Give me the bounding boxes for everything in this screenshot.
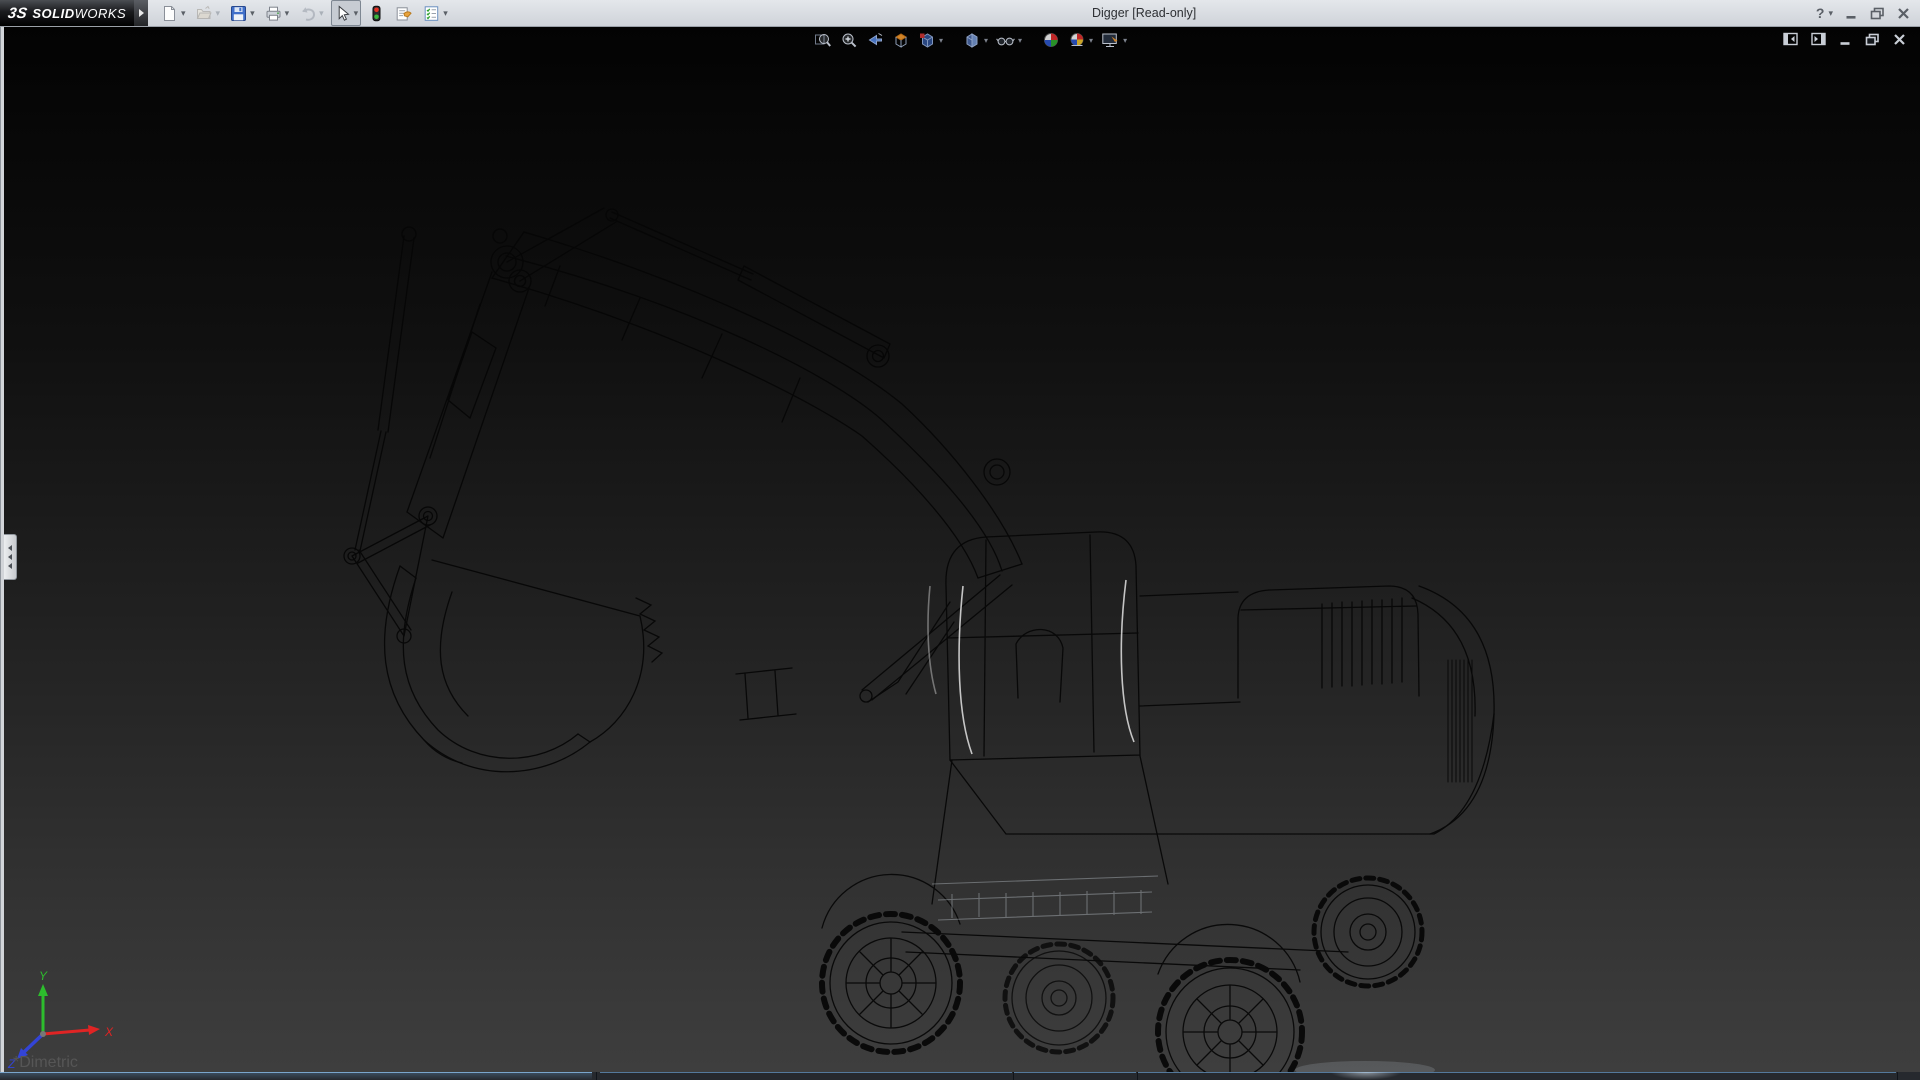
triad-x-label: X <box>104 1025 114 1039</box>
zoom-to-area-icon <box>840 31 858 49</box>
next-window-icon[interactable] <box>1811 32 1826 46</box>
dropdown-caret-icon[interactable]: ▾ <box>1123 36 1127 45</box>
brand-works: WORKS <box>75 6 127 21</box>
window-title: Digger [Read-only] <box>1092 6 1196 20</box>
select-cursor-icon <box>334 5 351 22</box>
brand-mark: 3S <box>7 5 29 22</box>
taskbar-active-segment[interactable] <box>0 1072 592 1080</box>
doc-close-icon[interactable] <box>1893 33 1906 46</box>
taskbar-glow <box>1330 1072 1402 1080</box>
traffic-light-icon <box>368 5 385 22</box>
window-controls: ? ▾ <box>1816 0 1910 26</box>
taskbar-sliver[interactable] <box>0 1072 1920 1080</box>
titlebar: 3S SOLIDWORKS ▾ ▾ <box>0 0 1920 27</box>
restore-icon[interactable] <box>1870 7 1885 20</box>
open-button[interactable]: ▾ <box>193 0 224 26</box>
dropdown-caret-icon[interactable]: ▾ <box>354 9 359 18</box>
eyeglasses-icon <box>996 31 1015 49</box>
doc-restore-icon[interactable] <box>1865 33 1880 46</box>
taskbar-separator <box>1013 1072 1014 1080</box>
apply-scene-button[interactable]: ▾ <box>1066 30 1095 50</box>
taskbar-separator <box>1897 1072 1898 1080</box>
options-button[interactable]: ▾ <box>420 0 451 26</box>
dropdown-caret-icon[interactable]: ▾ <box>181 9 186 18</box>
dropdown-caret-icon[interactable]: ▾ <box>319 9 324 18</box>
save-button[interactable]: ▾ <box>227 0 258 26</box>
document-window-controls <box>1783 32 1906 46</box>
graphics-viewport[interactable]: ▾ ▾ ▾ <box>0 26 1920 1072</box>
headsup-view-toolbar: ▾ ▾ ▾ <box>812 27 1129 53</box>
doc-minimize-icon[interactable] <box>1839 33 1852 46</box>
taskbar-separator <box>1137 1072 1138 1080</box>
view-settings-button[interactable]: ▾ <box>1099 30 1129 50</box>
standard-toolbar: ▾ ▾ ▾ <box>158 0 454 26</box>
help-icon[interactable]: ? <box>1816 5 1825 21</box>
dropdown-caret-icon[interactable]: ▾ <box>1018 36 1022 45</box>
collapse-arrow-icon <box>8 563 12 569</box>
collapse-arrow-icon <box>8 554 12 560</box>
print-button[interactable]: ▾ <box>262 0 293 26</box>
edit-appearance-button[interactable] <box>1040 30 1062 50</box>
select-button[interactable]: ▾ <box>331 0 362 26</box>
new-document-icon <box>161 5 178 22</box>
file-properties-icon <box>395 5 413 22</box>
taskbar-segment[interactable] <box>1138 1072 1896 1080</box>
featuremanager-pane-handle[interactable] <box>4 534 17 580</box>
dropdown-caret-icon[interactable]: ▾ <box>984 36 988 45</box>
file-properties-button[interactable] <box>392 0 416 26</box>
view-settings-icon <box>1101 31 1120 49</box>
zoom-to-fit-button[interactable] <box>812 30 834 50</box>
dropdown-caret-icon[interactable]: ▾ <box>1089 36 1093 45</box>
solidworks-window: 3S SOLIDWORKS ▾ ▾ <box>0 0 1920 1080</box>
dropdown-caret-icon[interactable]: ▾ <box>285 9 290 18</box>
dropdown-caret-icon[interactable]: ▾ <box>216 9 221 18</box>
open-folder-icon <box>196 5 213 22</box>
zoom-to-area-button[interactable] <box>838 30 860 50</box>
solidworks-logo: 3S SOLIDWORKS <box>0 0 134 26</box>
dropdown-caret-icon[interactable]: ▾ <box>939 36 943 45</box>
undo-arrow-icon <box>299 5 316 22</box>
flyout-arrow-icon <box>139 9 144 17</box>
view-orientation-label: *Dimetric <box>13 1054 78 1072</box>
appearance-ball-icon <box>1042 31 1060 49</box>
close-icon[interactable] <box>1897 7 1910 20</box>
previous-window-icon[interactable] <box>1783 32 1798 46</box>
printer-icon <box>265 5 282 22</box>
display-style-button[interactable]: ▾ <box>961 30 990 50</box>
options-checklist-icon <box>423 5 440 22</box>
brand-solid: SOLID <box>32 6 74 21</box>
view-orientation-icon <box>918 31 936 49</box>
previous-view-button[interactable] <box>864 30 886 50</box>
undo-button[interactable]: ▾ <box>296 0 327 26</box>
view-orientation-button[interactable]: ▾ <box>916 30 945 50</box>
help-dropdown-caret-icon[interactable]: ▾ <box>1828 8 1833 19</box>
minimize-icon[interactable] <box>1845 7 1858 20</box>
dropdown-caret-icon[interactable]: ▾ <box>250 9 255 18</box>
save-floppy-icon <box>230 5 247 22</box>
rebuild-button[interactable] <box>365 0 388 26</box>
taskbar-segment[interactable] <box>1014 1072 1136 1080</box>
section-view-icon <box>892 31 910 49</box>
taskbar-separator <box>596 1072 597 1080</box>
hide-show-items-button[interactable]: ▾ <box>994 30 1024 50</box>
collapse-arrow-icon <box>8 545 12 551</box>
dropdown-caret-icon[interactable]: ▾ <box>443 9 448 18</box>
triad-y-label: Y <box>39 970 48 983</box>
display-style-icon <box>963 31 981 49</box>
taskbar-segment[interactable] <box>600 1072 1012 1080</box>
section-view-button[interactable] <box>890 30 912 50</box>
apply-scene-icon <box>1068 31 1086 49</box>
toolbar-flyout-button[interactable] <box>134 0 148 26</box>
model-wireframe-digger[interactable] <box>0 26 1920 1072</box>
new-button[interactable]: ▾ <box>158 0 189 26</box>
previous-view-icon <box>866 31 884 49</box>
zoom-to-fit-icon <box>814 31 832 49</box>
